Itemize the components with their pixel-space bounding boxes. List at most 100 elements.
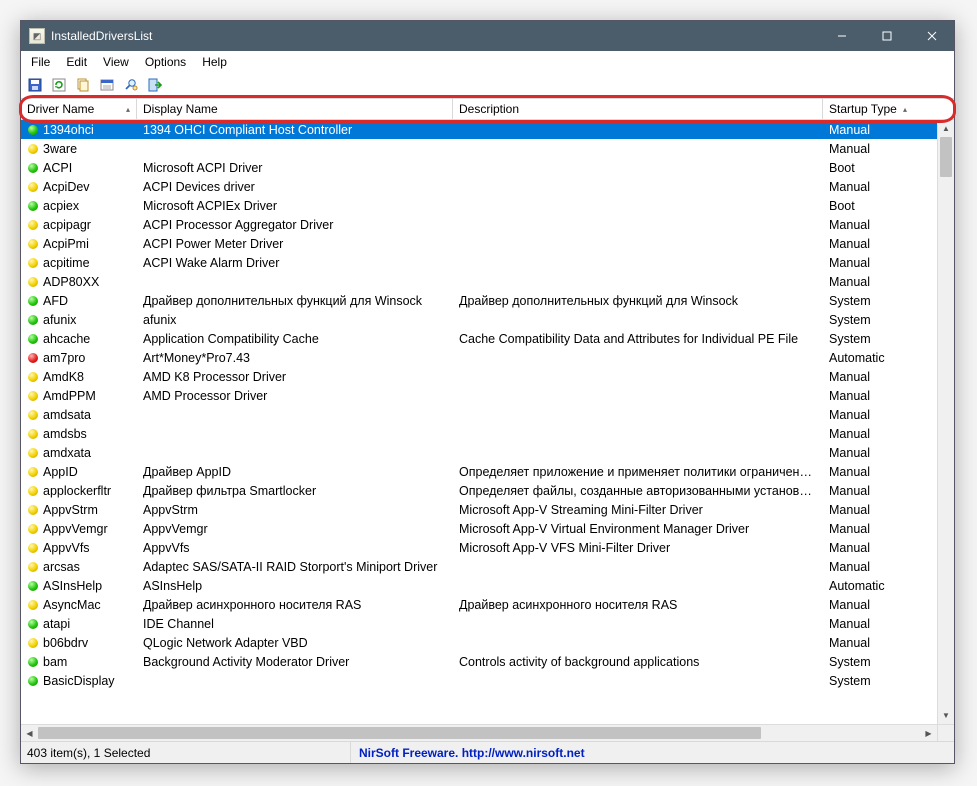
cell-driver-name: ahcache [21,332,137,346]
status-link[interactable]: NirSoft Freeware. http://www.nirsoft.net [351,746,593,760]
cell-driver-name: AppvStrm [21,503,137,517]
cell-driver-name: amdsata [21,408,137,422]
cell-description: Microsoft App-V Virtual Environment Mana… [453,522,823,536]
cell-driver-name: ADP80XX [21,275,137,289]
table-row[interactable]: ASInsHelpASInsHelpAutomatic [21,576,937,595]
driver-name-text: ADP80XX [43,275,99,289]
menu-edit[interactable]: Edit [58,53,95,71]
cell-description: Cache Compatibility Data and Attributes … [453,332,823,346]
column-header-display-name[interactable]: Display Name [137,99,453,119]
status-dot-icon [28,619,38,629]
maximize-button[interactable] [864,21,909,51]
status-dot-icon [28,638,38,648]
cell-driver-name: AcpiPmi [21,237,137,251]
table-row[interactable]: arcsasAdaptec SAS/SATA-II RAID Storport'… [21,557,937,576]
table-row[interactable]: AFDДрайвер дополнительных функций для Wi… [21,291,937,310]
cell-startup-type: Manual [823,465,913,479]
cell-display-name: Background Activity Moderator Driver [137,655,453,669]
menu-view[interactable]: View [95,53,137,71]
table-row[interactable]: AppvVfsAppvVfsMicrosoft App-V VFS Mini-F… [21,538,937,557]
cell-startup-type: Boot [823,161,913,175]
table-row[interactable]: am7proArt*Money*Pro7.43Automatic [21,348,937,367]
cell-driver-name: acpitime [21,256,137,270]
exit-icon [147,77,163,93]
table-row[interactable]: amdsbsManual [21,424,937,443]
cell-startup-type: Manual [823,142,913,156]
cell-startup-type: Manual [823,275,913,289]
menu-help[interactable]: Help [194,53,235,71]
cell-display-name: Драйвер дополнительных функций для Winso… [137,294,453,308]
driver-list[interactable]: 1394ohci1394 OHCI Compliant Host Control… [21,120,954,724]
table-row[interactable]: 1394ohci1394 OHCI Compliant Host Control… [21,120,937,139]
toolbar-exit-button[interactable] [145,75,165,95]
column-header-description[interactable]: Description [453,99,823,119]
toolbar-refresh-button[interactable] [49,75,69,95]
column-header-startup-type[interactable]: Startup Type ▴ [823,99,913,119]
toolbar-properties-button[interactable] [97,75,117,95]
column-headers: Driver Name ▴ Display Name Description S… [21,98,954,120]
menu-options[interactable]: Options [137,53,194,71]
toolbar-find-button[interactable] [121,75,141,95]
cell-startup-type: Automatic [823,579,913,593]
table-row[interactable]: atapiIDE ChannelManual [21,614,937,633]
table-row[interactable]: b06bdrvQLogic Network Adapter VBDManual [21,633,937,652]
table-row[interactable]: AcpiDevACPI Devices driverManual [21,177,937,196]
table-row[interactable]: ahcacheApplication Compatibility CacheCa… [21,329,937,348]
cell-driver-name: AsyncMac [21,598,137,612]
table-row[interactable]: AppIDДрайвер AppIDОпределяет приложение … [21,462,937,481]
table-row[interactable]: ACPIMicrosoft ACPI DriverBoot [21,158,937,177]
table-row[interactable]: 3wareManual [21,139,937,158]
status-dot-icon [28,125,38,135]
table-row[interactable]: bamBackground Activity Moderator DriverC… [21,652,937,671]
close-button[interactable] [909,21,954,51]
hscroll-track[interactable] [38,725,920,741]
table-row[interactable]: AmdPPMAMD Processor DriverManual [21,386,937,405]
scroll-track[interactable] [938,137,954,707]
driver-name-text: AmdPPM [43,389,96,403]
table-row[interactable]: AppvStrmAppvStrmMicrosoft App-V Streamin… [21,500,937,519]
table-row[interactable]: amdxataManual [21,443,937,462]
title-bar[interactable]: ◩ InstalledDriversList [21,21,954,51]
status-dot-icon [28,676,38,686]
menu-file[interactable]: File [23,53,58,71]
scroll-right-arrow-icon[interactable]: ▶ [920,729,937,738]
table-row[interactable]: afunixafunixSystem [21,310,937,329]
cell-startup-type: System [823,294,913,308]
toolbar-copy-button[interactable] [73,75,93,95]
scroll-down-arrow-icon[interactable]: ▼ [938,707,954,724]
cell-driver-name: atapi [21,617,137,631]
table-row[interactable]: amdsataManual [21,405,937,424]
horizontal-scrollbar[interactable]: ◀ ▶ [21,724,954,741]
column-header-driver-name[interactable]: Driver Name ▴ [21,99,137,119]
status-dot-icon [28,315,38,325]
toolbar [21,72,954,98]
cell-driver-name: b06bdrv [21,636,137,650]
minimize-button[interactable] [819,21,864,51]
table-row[interactable]: applockerfltrДрайвер фильтра Smartlocker… [21,481,937,500]
table-row[interactable]: BasicDisplaySystem [21,671,937,690]
scroll-thumb[interactable] [940,137,952,177]
cell-description: Драйвер дополнительных функций для Winso… [453,294,823,308]
cell-driver-name: AppvVemgr [21,522,137,536]
maximize-icon [882,31,892,41]
column-header-row: Driver Name ▴ Display Name Description S… [21,98,954,120]
cell-display-name: afunix [137,313,453,327]
sort-asc-icon: ▴ [126,105,130,114]
table-row[interactable]: AmdK8AMD K8 Processor DriverManual [21,367,937,386]
table-row[interactable]: ADP80XX Manual [21,272,937,291]
toolbar-save-button[interactable] [25,75,45,95]
hscroll-thumb[interactable] [38,727,761,739]
table-row[interactable]: acpipagrACPI Processor Aggregator Driver… [21,215,937,234]
status-dot-icon [28,258,38,268]
vertical-scrollbar[interactable]: ▲ ▼ [937,120,954,724]
cell-startup-type: Manual [823,541,913,555]
table-row[interactable]: AppvVemgrAppvVemgrMicrosoft App-V Virtua… [21,519,937,538]
table-row[interactable]: AsyncMacДрайвер асинхронного носителя RA… [21,595,937,614]
table-row[interactable]: AcpiPmiACPI Power Meter DriverManual [21,234,937,253]
scroll-up-arrow-icon[interactable]: ▲ [938,120,954,137]
driver-name-text: afunix [43,313,76,327]
scroll-left-arrow-icon[interactable]: ◀ [21,729,38,738]
driver-name-text: ACPI [43,161,72,175]
table-row[interactable]: acpitimeACPI Wake Alarm DriverManual [21,253,937,272]
table-row[interactable]: acpiexMicrosoft ACPIEx DriverBoot [21,196,937,215]
